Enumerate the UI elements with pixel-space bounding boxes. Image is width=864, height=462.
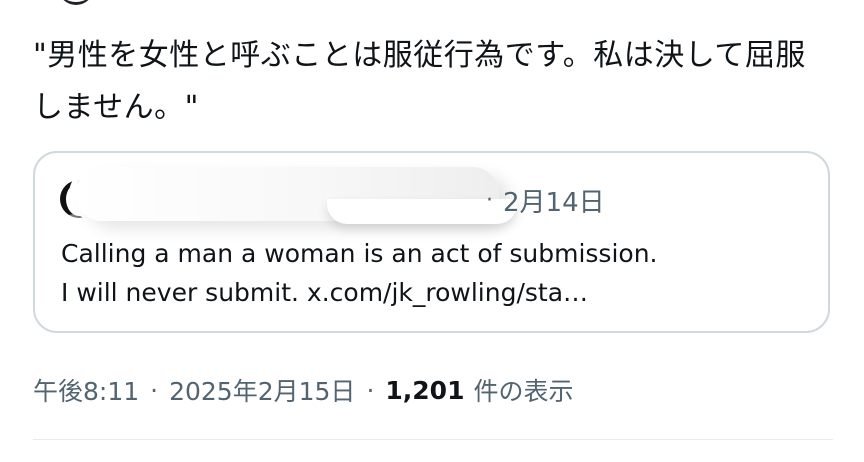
divider	[33, 439, 833, 440]
separator-dot: ·	[366, 375, 375, 405]
post-time[interactable]: 午後8:11	[33, 372, 139, 408]
post-date[interactable]: 2025年2月15日	[169, 372, 355, 408]
redacted-author-name	[75, 167, 517, 224]
post-text: "男性を女性と呼ぶことは服従行為です。私は決して屈服しません。"	[33, 38, 806, 125]
quoted-post-text: Calling a man a woman is an act of submi…	[61, 239, 658, 307]
view-count[interactable]: 1,201	[385, 376, 464, 405]
post-detail: "男性を女性と呼ぶことは服従行為です。私は決して屈服しません。" · 2月14日…	[0, 0, 864, 462]
quoted-post-meta: · 2月14日	[474, 181, 605, 219]
post-metadata: 午後8:11 · 2025年2月15日 · 1,201 件の表示	[33, 371, 573, 409]
separator-dot: ·	[150, 375, 159, 405]
view-label: 件の表示	[473, 377, 574, 406]
author-avatar[interactable]	[58, 0, 94, 5]
separator-dot: ·	[486, 187, 493, 213]
quoted-post-card[interactable]: · 2月14日 Calling a man a woman is an act …	[33, 151, 830, 333]
quoted-post-date[interactable]: 2月14日	[503, 182, 605, 219]
